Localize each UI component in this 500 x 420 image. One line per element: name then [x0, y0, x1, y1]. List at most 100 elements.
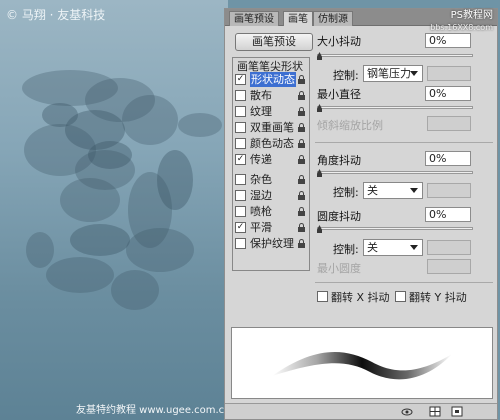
- angle-control-value: 关: [367, 184, 378, 197]
- checkbox-texture[interactable]: [235, 106, 246, 117]
- checkbox-transfer[interactable]: ✓: [235, 154, 246, 165]
- lock-icon[interactable]: [298, 175, 305, 184]
- checkbox-color-dynamics[interactable]: [235, 138, 246, 149]
- lock-icon[interactable]: [298, 155, 305, 164]
- checkbox-dual-brush[interactable]: [235, 122, 246, 133]
- roundness-jitter-slider[interactable]: [317, 225, 473, 233]
- canvas[interactable]: © 马翔 · 友基科技 友基特约教程 www.ugee.com.cn: [0, 0, 228, 420]
- list-item-label: 传递: [250, 153, 272, 166]
- angle-control-dropdown[interactable]: 关: [363, 182, 423, 199]
- new-icon[interactable]: [451, 406, 463, 417]
- min-diameter-value[interactable]: 0%: [425, 86, 471, 101]
- list-item-shape-dynamics[interactable]: ✓ 形状动态: [233, 72, 309, 87]
- checkbox-shape-dynamics[interactable]: ✓: [235, 74, 246, 85]
- lock-icon[interactable]: [298, 107, 305, 116]
- lock-icon[interactable]: [298, 207, 305, 216]
- list-item-texture[interactable]: 纹理: [233, 104, 309, 119]
- list-item-transfer[interactable]: ✓ 传递: [233, 152, 309, 167]
- lock-icon[interactable]: [298, 75, 305, 84]
- checkbox-noise[interactable]: [235, 174, 246, 185]
- roundness-control-fade-box: [427, 240, 471, 255]
- tilt-scale-box: [427, 116, 471, 131]
- list-item-label: 平滑: [250, 221, 272, 234]
- lock-icon[interactable]: [298, 123, 305, 132]
- list-item-label: 双重画笔: [250, 121, 294, 134]
- lock-icon[interactable]: [298, 223, 305, 232]
- size-jitter-slider[interactable]: [317, 52, 473, 60]
- list-item-label: 杂色: [250, 173, 272, 186]
- list-item-label: 纹理: [250, 105, 272, 118]
- flip-y-label: 翻转 Y 抖动: [409, 291, 467, 304]
- list-item-label: 喷枪: [250, 205, 272, 218]
- lock-icon[interactable]: [298, 91, 305, 100]
- lock-icon[interactable]: [298, 139, 305, 148]
- list-item-smoothing[interactable]: ✓ 平滑: [233, 220, 309, 235]
- roundness-control-dropdown[interactable]: 关: [363, 239, 423, 256]
- site-logo: PS教程网 bbs.16XX8.com: [430, 10, 493, 34]
- min-diameter-label: 最小直径: [317, 88, 361, 101]
- list-item-noise[interactable]: 杂色: [233, 172, 309, 187]
- chevron-down-icon: [410, 71, 418, 76]
- angle-control-label: 控制:: [333, 186, 359, 199]
- grid-icon[interactable]: [429, 406, 441, 417]
- list-item-label: 保护纹理: [250, 237, 294, 250]
- tab-brush[interactable]: 画笔: [283, 11, 313, 26]
- lock-icon[interactable]: [298, 239, 305, 248]
- list-item-protect-texture[interactable]: 保护纹理: [233, 236, 309, 251]
- flip-y-checkbox[interactable]: [395, 291, 406, 302]
- angle-jitter-value[interactable]: 0%: [425, 151, 471, 166]
- checkbox-airbrush[interactable]: [235, 206, 246, 217]
- lock-icon[interactable]: [298, 191, 305, 200]
- list-item-wet-edges[interactable]: 湿边: [233, 188, 309, 203]
- min-roundness-box: [427, 259, 471, 274]
- panel-tabbar: 画笔预设 画笔 仿制源 PS教程网 bbs.16XX8.com: [225, 9, 497, 32]
- roundness-control-label: 控制:: [333, 243, 359, 256]
- stroke-preview-graphic: [272, 351, 452, 380]
- list-item-scattering[interactable]: 散布: [233, 88, 309, 103]
- panel-bottom-bar: [225, 403, 497, 419]
- chevron-down-icon: [410, 188, 418, 193]
- divider: [315, 142, 493, 143]
- roundness-jitter-value[interactable]: 0%: [425, 207, 471, 222]
- checkbox-wet-edges[interactable]: [235, 190, 246, 201]
- flip-x-checkbox[interactable]: [317, 291, 328, 302]
- tab-brush-presets[interactable]: 画笔预设: [229, 11, 279, 26]
- chevron-down-icon: [410, 245, 418, 250]
- site-logo-name: PS教程网: [450, 10, 493, 21]
- checkbox-protect-texture[interactable]: [235, 238, 246, 249]
- angle-jitter-slider[interactable]: [317, 169, 473, 177]
- min-roundness-label: 最小圆度: [317, 262, 361, 275]
- list-item-label: 颜色动态: [250, 137, 294, 150]
- list-item-dual-brush[interactable]: 双重画笔: [233, 120, 309, 135]
- list-item-airbrush[interactable]: 喷枪: [233, 204, 309, 219]
- checkbox-scattering[interactable]: [235, 90, 246, 101]
- checkbox-smoothing[interactable]: ✓: [235, 222, 246, 233]
- size-control-fade-box: [427, 66, 471, 81]
- brush-view-icon[interactable]: [401, 406, 413, 417]
- min-diameter-slider[interactable]: [317, 104, 473, 112]
- roundness-control-value: 关: [367, 241, 378, 254]
- tilt-scale-label: 倾斜缩放比例: [317, 119, 383, 132]
- size-jitter-value[interactable]: 0%: [425, 33, 471, 48]
- angle-jitter-label: 角度抖动: [317, 154, 361, 167]
- list-item-label: 湿边: [250, 189, 272, 202]
- roundness-jitter-label: 圆度抖动: [317, 210, 361, 223]
- watermark-top: © 马翔 · 友基科技: [6, 8, 106, 22]
- divider: [315, 282, 493, 283]
- size-control-value: 钢笔压力: [367, 67, 411, 80]
- size-control-label: 控制:: [333, 69, 359, 82]
- list-item-label: 散布: [250, 89, 272, 102]
- list-item-color-dynamics[interactable]: 颜色动态: [233, 136, 309, 151]
- angle-control-fade-box: [427, 183, 471, 198]
- flip-y-jitter[interactable]: 翻转 Y 抖动: [395, 289, 467, 305]
- watermark-bottom: 友基特约教程 www.ugee.com.cn: [76, 405, 228, 416]
- list-item-label: 形状动态: [250, 72, 296, 87]
- flip-x-jitter[interactable]: 翻转 X 抖动: [317, 289, 390, 305]
- flip-x-label: 翻转 X 抖动: [331, 291, 390, 304]
- brush-strokes: [22, 70, 222, 310]
- size-control-dropdown[interactable]: 钢笔压力: [363, 65, 423, 82]
- brush-panel: 画笔预设 画笔 仿制源 PS教程网 bbs.16XX8.com 画笔预设 画笔笔…: [224, 8, 498, 420]
- brush-presets-button[interactable]: 画笔预设: [235, 33, 313, 51]
- tab-clone-source[interactable]: 仿制源: [313, 11, 353, 26]
- stroke-preview: [231, 327, 493, 399]
